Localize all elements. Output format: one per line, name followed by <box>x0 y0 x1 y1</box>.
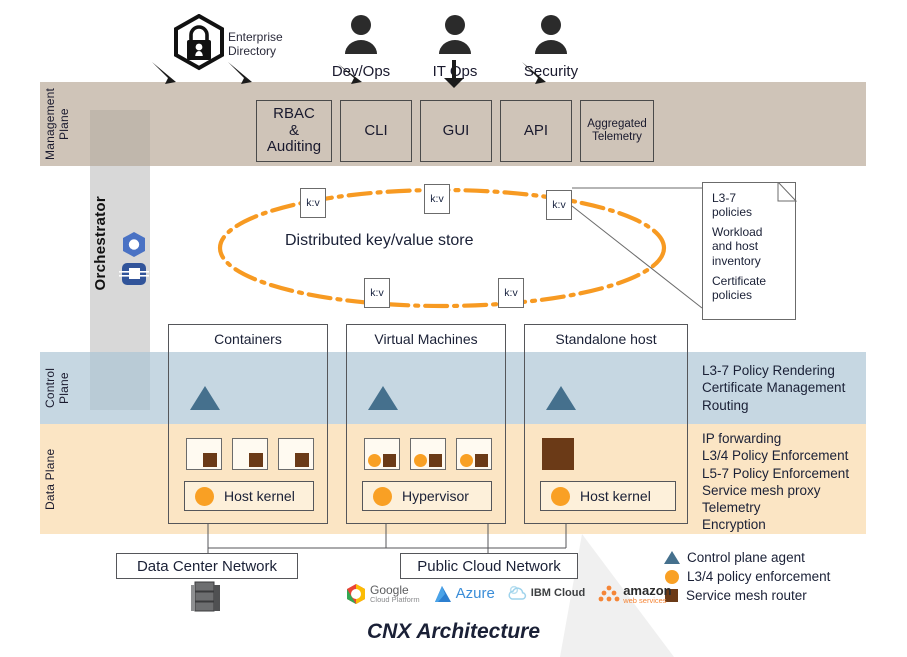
service-mesh-router-icon <box>295 453 309 467</box>
orchestrator-column-ctrl-overlay <box>90 352 150 410</box>
server-rack-icon <box>191 581 220 612</box>
logo-text: Azure <box>455 585 495 603</box>
service-mesh-router-icon <box>203 453 217 467</box>
workload-unit <box>410 438 446 470</box>
legend: Control plane agent L3/4 policy enforcem… <box>664 548 830 605</box>
control-plane-label: Control Plane <box>43 367 71 409</box>
logo-azure: Azure <box>433 584 495 604</box>
service-mesh-router-icon <box>429 454 442 467</box>
service-mesh-router-icon <box>542 438 574 470</box>
kv-node: k:v <box>364 278 390 308</box>
orchestrator-icons <box>118 230 152 297</box>
docker-icon <box>119 263 149 285</box>
control-plane-agent-icon <box>546 386 576 410</box>
kv-node: k:v <box>498 278 524 308</box>
l34-policy-icon <box>460 454 473 467</box>
logo-google-cloud-platform: Google Cloud Platform <box>345 583 420 605</box>
legend-item-l34-policy: L3/4 policy enforcement <box>664 567 830 586</box>
kv-node: k:v <box>546 190 572 220</box>
kv-node: k:v <box>300 188 326 218</box>
circle-icon <box>665 569 679 584</box>
host-kernel-standalone: Host kernel <box>540 481 676 511</box>
logo-amazon-web-services: amazon web services <box>598 582 672 605</box>
host-kernel-label: Host kernel <box>580 488 651 504</box>
network-data-center[interactable]: Data Center Network <box>116 553 298 579</box>
kubernetes-icon <box>123 232 145 257</box>
data-plane-functions: IP forwarding L3/4 Policy Enforcement L5… <box>702 431 850 533</box>
control-plane-agent-icon <box>368 386 398 410</box>
service-mesh-router-icon <box>475 454 488 467</box>
logo-ibm-cloud: IBM Cloud <box>508 585 585 603</box>
service-mesh-router-icon <box>383 454 396 467</box>
management-box-cli[interactable]: CLI <box>340 100 412 162</box>
service-mesh-router-icon <box>249 453 263 467</box>
data-plane-label: Data Plane <box>43 448 57 510</box>
orchestrator-label: Orchestrator <box>92 196 109 291</box>
note-leader-lines <box>571 187 703 309</box>
workload-unit <box>456 438 492 470</box>
network-public-cloud[interactable]: Public Cloud Network <box>400 553 578 579</box>
workload-unit <box>364 438 400 470</box>
diagram-canvas: Management Plane Control Plane Data Plan… <box>0 0 907 657</box>
legend-label: Service mesh router <box>686 588 807 603</box>
l34-policy-icon <box>195 486 214 506</box>
host-kernel-containers: Host kernel <box>184 481 314 511</box>
management-box-telemetry[interactable]: Aggregated Telemetry <box>580 100 654 162</box>
legend-item-control-plane-agent: Control plane agent <box>664 548 830 567</box>
logo-text: amazon web services <box>623 582 672 605</box>
control-plane-functions: L3-7 Policy Rendering Certificate Manage… <box>702 363 846 413</box>
note-fold-corner <box>777 182 798 202</box>
l34-policy-icon <box>414 454 427 467</box>
hypervisor-label: Hypervisor <box>402 488 469 504</box>
orchestrator-column-mgmt-overlay <box>90 110 150 166</box>
legend-item-service-mesh-router: Service mesh router <box>664 586 830 605</box>
l34-policy-icon <box>368 454 381 467</box>
legend-label: Control plane agent <box>687 550 805 565</box>
management-box-rbac[interactable]: RBAC & Auditing <box>256 100 332 162</box>
actor-arrows <box>152 60 546 88</box>
workload-unit <box>278 438 314 470</box>
management-box-gui[interactable]: GUI <box>420 100 492 162</box>
triangle-icon <box>664 551 680 564</box>
cloud-provider-logos: Google Cloud Platform Azure IBM Cloud am… <box>345 583 672 605</box>
workload-unit <box>232 438 268 470</box>
logo-text: Google Cloud Platform <box>370 583 420 605</box>
l34-policy-icon <box>551 486 570 506</box>
kv-node: k:v <box>424 184 450 214</box>
kv-store-title: Distributed key/value store <box>285 232 474 249</box>
host-kernel-label: Host kernel <box>224 488 295 504</box>
google-cloud-icon <box>347 584 365 604</box>
page-title: CNX Architecture <box>366 620 541 643</box>
aws-icon <box>598 585 620 602</box>
hypervisor-bar: Hypervisor <box>362 481 492 511</box>
azure-icon <box>434 586 451 602</box>
legend-label: L3/4 policy enforcement <box>687 569 831 584</box>
l34-policy-icon <box>373 486 392 506</box>
logo-text: IBM Cloud <box>530 587 586 600</box>
control-plane-agent-icon <box>190 386 220 410</box>
ibm-cloud-icon <box>508 585 526 600</box>
workload-unit <box>186 438 222 470</box>
management-box-api[interactable]: API <box>500 100 572 162</box>
